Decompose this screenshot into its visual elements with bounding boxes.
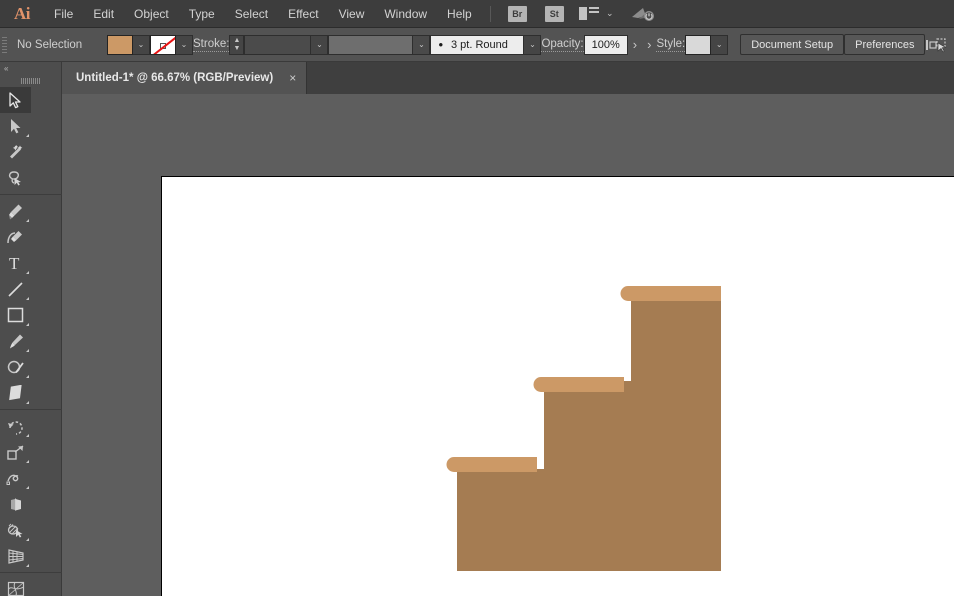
stroke-chevron-down-icon[interactable]: ⌄ — [176, 35, 193, 55]
menu-edit[interactable]: Edit — [83, 0, 124, 28]
selection-tool[interactable] — [0, 87, 31, 113]
bridge-icon[interactable]: Br — [508, 6, 527, 22]
artboard[interactable] — [161, 176, 954, 596]
tools-group-selection — [0, 87, 61, 191]
document-tab-bar: Untitled-1* @ 66.67% (RGB/Preview) × — [62, 62, 954, 94]
menu-select[interactable]: Select — [225, 0, 278, 28]
opacity-input[interactable]: 100% — [584, 35, 628, 55]
opacity-more-icon[interactable]: › — [628, 37, 642, 52]
creative-cloud-sync-icon[interactable] — [630, 5, 656, 23]
shaper-tool[interactable] — [0, 354, 31, 380]
brush-definition-field[interactable]: • 3 pt. Round — [430, 35, 524, 55]
tools-divider-2 — [0, 409, 62, 410]
brush-bullet-icon: • — [438, 37, 443, 52]
shape-builder-tool[interactable] — [0, 517, 31, 543]
stroke-profile-control[interactable]: ⌄ — [328, 35, 430, 55]
width-tool[interactable] — [0, 465, 31, 491]
document-setup-button[interactable]: Document Setup — [740, 34, 844, 55]
fill-chevron-down-icon[interactable]: ⌄ — [133, 35, 150, 55]
graphic-style-control[interactable]: ⌄ — [685, 35, 728, 55]
collapse-panel-icon[interactable]: « — [0, 62, 61, 75]
menu-type[interactable]: Type — [179, 0, 225, 28]
stroke-weight-chevron-down-icon[interactable]: ⌄ — [311, 35, 328, 55]
document-tab-title: Untitled-1* @ 66.67% (RGB/Preview) — [76, 72, 273, 84]
document-tab[interactable]: Untitled-1* @ 66.67% (RGB/Preview) × — [62, 62, 307, 94]
control-options-bar: No Selection ⌄ ⌄ Stroke: ▲▼ ⌄ ⌄ • — [0, 28, 954, 62]
preferences-button[interactable]: Preferences — [844, 34, 925, 55]
control-overflow-arrow-icon[interactable]: › — [642, 37, 656, 52]
menu-file[interactable]: File — [44, 0, 83, 28]
tools-panel-grip[interactable] — [0, 75, 61, 87]
menu-window[interactable]: Window — [374, 0, 437, 28]
free-transform-tool[interactable] — [0, 491, 31, 517]
stroke-profile-input[interactable] — [328, 35, 413, 55]
brush-definition-control[interactable]: • 3 pt. Round ⌄ — [430, 35, 541, 55]
staircase-risers — [457, 296, 721, 571]
menu-effect[interactable]: Effect — [278, 0, 328, 28]
eraser-tool[interactable] — [0, 380, 31, 406]
selection-status-label: No Selection — [7, 39, 95, 51]
style-label[interactable]: Style: — [656, 38, 685, 52]
scale-tool[interactable] — [0, 439, 31, 465]
rotate-tool[interactable] — [0, 413, 31, 439]
menu-view[interactable]: View — [329, 0, 375, 28]
magic-wand-tool[interactable] — [0, 139, 31, 165]
canvas-workspace[interactable] — [62, 94, 954, 596]
tools-group-color — [0, 576, 61, 596]
control-bar-grip[interactable] — [0, 28, 7, 62]
tools-group-transform — [0, 413, 61, 569]
align-to-selection-icon[interactable] — [925, 37, 947, 53]
direct-selection-tool[interactable] — [0, 113, 31, 139]
type-tool[interactable]: T — [0, 250, 31, 276]
menu-help[interactable]: Help — [437, 0, 482, 28]
paintbrush-tool[interactable] — [0, 328, 31, 354]
tools-group-drawing: T — [0, 198, 61, 406]
fill-swatch[interactable] — [107, 35, 133, 55]
graphic-style-swatch[interactable] — [685, 35, 711, 55]
style-chevron-down-icon[interactable]: ⌄ — [711, 35, 728, 55]
mesh-tool[interactable] — [0, 576, 31, 596]
menu-bar: Ai File Edit Object Type Select Effect V… — [0, 0, 954, 28]
stroke-profile-chevron-down-icon[interactable]: ⌄ — [413, 35, 430, 55]
stroke-weight-input[interactable] — [244, 35, 311, 55]
tools-panel: « — [0, 62, 62, 596]
arrange-documents-icon[interactable] — [579, 7, 599, 21]
stroke-weight-stepper[interactable]: ▲▼ — [229, 35, 244, 55]
arrange-chevron-down-icon[interactable]: ⌄ — [604, 8, 616, 19]
curvature-tool[interactable] — [0, 224, 31, 250]
illustrator-window: Ai File Edit Object Type Select Effect V… — [0, 0, 954, 596]
pen-tool[interactable] — [0, 198, 31, 224]
rectangle-tool[interactable] — [0, 302, 31, 328]
stock-icon[interactable]: St — [545, 6, 564, 22]
stroke-label[interactable]: Stroke: — [193, 38, 229, 52]
opacity-label[interactable]: Opacity: — [541, 38, 583, 52]
close-icon[interactable]: × — [289, 71, 296, 85]
brush-chevron-down-icon[interactable]: ⌄ — [524, 35, 541, 55]
svg-text:T: T — [9, 255, 20, 271]
brush-definition-value: 3 pt. Round — [451, 39, 508, 51]
tools-divider-1 — [0, 194, 62, 195]
tools-divider-3 — [0, 572, 62, 573]
app-logo-icon: Ai — [0, 0, 44, 28]
lasso-tool[interactable] — [0, 165, 31, 191]
stroke-color-control[interactable]: ⌄ — [150, 35, 193, 55]
menubar-divider — [490, 6, 491, 22]
fill-color-control[interactable]: ⌄ — [107, 35, 150, 55]
artwork-three-step-staircase[interactable] — [162, 177, 954, 596]
stroke-weight-control[interactable]: ▲▼ ⌄ — [229, 35, 328, 55]
menu-object[interactable]: Object — [124, 0, 179, 28]
perspective-grid-tool[interactable] — [0, 543, 31, 569]
stroke-swatch-none[interactable] — [150, 35, 176, 55]
line-segment-tool[interactable] — [0, 276, 31, 302]
